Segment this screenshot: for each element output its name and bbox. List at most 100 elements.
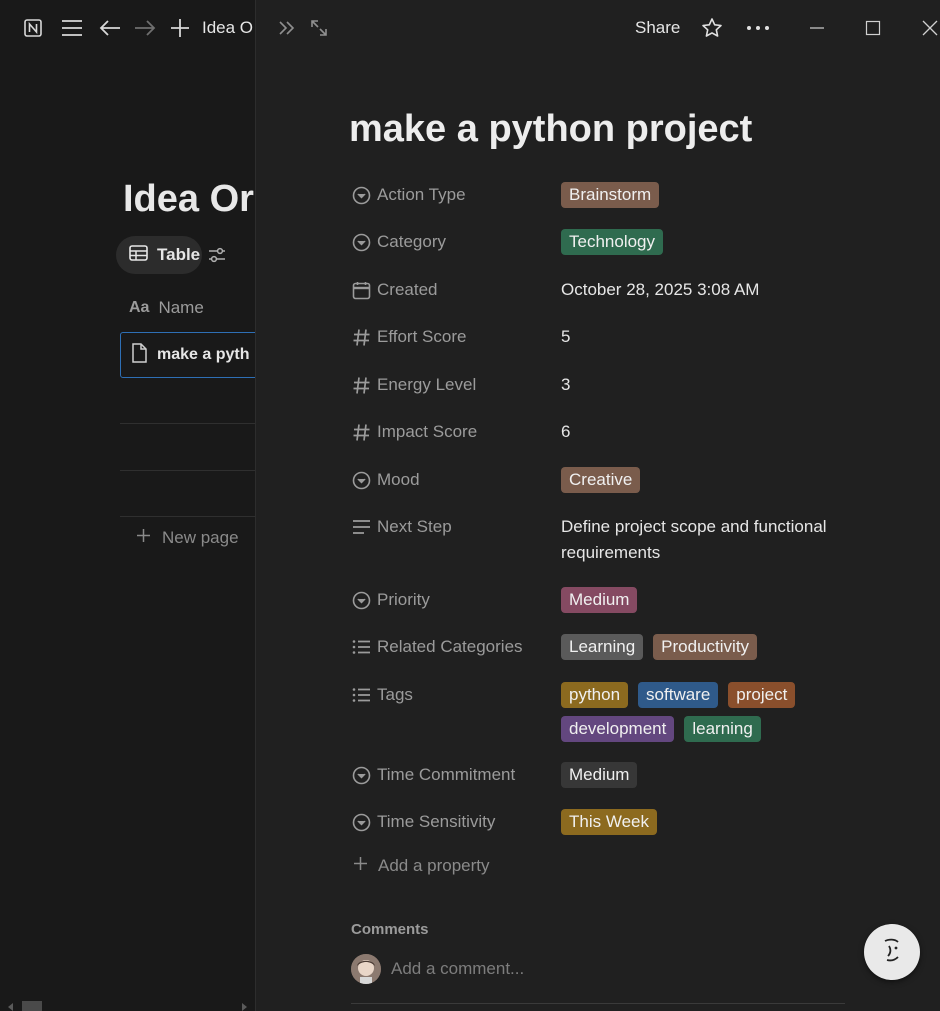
property-label: Category: [377, 232, 446, 251]
property-value-tags[interactable]: This Week: [561, 807, 861, 835]
property-row-category: Category Technology: [351, 227, 911, 257]
number-icon: [351, 422, 371, 442]
property-name[interactable]: Energy Level: [351, 370, 476, 400]
tag: python: [561, 682, 629, 708]
divider: [351, 1003, 845, 1004]
property-name[interactable]: Mood: [351, 465, 420, 495]
avatar: [351, 954, 381, 984]
share-button[interactable]: Share: [635, 18, 680, 38]
property-value[interactable]: October 28, 2025 3:08 AM: [561, 275, 861, 303]
notion-ai-face-icon: [875, 933, 909, 972]
table-view-tab[interactable]: Table: [116, 236, 202, 274]
view-settings-icon[interactable]: [207, 246, 227, 269]
list-icon: [351, 637, 371, 657]
horizontal-scrollbar-thumb[interactable]: [22, 1001, 42, 1011]
close-window-icon[interactable]: [916, 14, 940, 42]
tag: Learning: [561, 634, 644, 660]
breadcrumb-title[interactable]: Idea Or: [202, 18, 254, 38]
property-value[interactable]: Define project scope and functional requ…: [561, 512, 851, 566]
property-row-energy-level: Energy Level 3: [351, 370, 911, 400]
table-row[interactable]: make a pyth: [120, 332, 255, 378]
property-value-tags[interactable]: Technology: [561, 227, 861, 255]
expand-full-page-icon[interactable]: [305, 14, 333, 42]
tag: Creative: [561, 467, 641, 493]
comment-input[interactable]: Add a comment...: [391, 959, 524, 979]
database-title[interactable]: Idea Or: [123, 178, 254, 221]
forward-arrow-icon[interactable]: [131, 14, 159, 42]
property-value[interactable]: 3: [561, 370, 861, 398]
page-title[interactable]: make a python project: [349, 108, 752, 151]
property-name[interactable]: Action Type: [351, 180, 466, 210]
side-peek-panel: Share make a python project Action Type B…: [255, 0, 940, 1011]
property-row-impact-score: Impact Score 6: [351, 417, 911, 447]
more-options-icon[interactable]: [744, 14, 772, 42]
property-row-action-type: Action Type Brainstorm: [351, 180, 911, 210]
view-tab-label: Table: [157, 245, 201, 264]
property-label: Related Categories: [377, 637, 523, 656]
minimize-window-icon[interactable]: [803, 14, 831, 42]
tag: Productivity: [653, 634, 758, 660]
select-icon: [351, 232, 371, 252]
property-label: Effort Score: [377, 327, 467, 346]
property-row-time-sensitivity: Time Sensitivity This Week: [351, 807, 911, 837]
property-value-tags[interactable]: Brainstorm: [561, 180, 861, 208]
help-assistant-button[interactable]: [864, 924, 920, 980]
property-label: Created: [377, 280, 438, 299]
tag: Medium: [561, 762, 638, 788]
name-column-header[interactable]: Aa Name: [129, 298, 204, 318]
property-name[interactable]: Related Categories: [351, 632, 523, 662]
notion-logo-icon[interactable]: [19, 14, 47, 42]
property-label: Impact Score: [377, 422, 478, 441]
property-value[interactable]: 6: [561, 417, 861, 445]
menu-icon[interactable]: [58, 14, 86, 42]
select-icon: [351, 470, 371, 490]
row-title: make a pyth: [157, 346, 250, 363]
property-label: Time Commitment: [377, 765, 516, 784]
select-icon: [351, 590, 371, 610]
property-name[interactable]: Created: [351, 275, 437, 305]
tag: This Week: [561, 809, 657, 835]
row-divider: [120, 516, 255, 517]
back-arrow-icon[interactable]: [96, 14, 124, 42]
property-name[interactable]: Priority: [351, 585, 430, 615]
tag: Brainstorm: [561, 182, 660, 208]
property-name[interactable]: Time Sensitivity: [351, 807, 495, 837]
list-icon: [351, 685, 371, 705]
tag: software: [638, 682, 719, 708]
row-divider: [120, 423, 255, 424]
property-name[interactable]: Effort Score: [351, 322, 466, 352]
add-property-label: Add a property: [378, 856, 490, 875]
close-peek-double-chevron-icon[interactable]: [273, 14, 301, 42]
scroll-left-arrow-icon[interactable]: [8, 1003, 13, 1011]
property-name[interactable]: Impact Score: [351, 417, 477, 447]
property-name[interactable]: Category: [351, 227, 446, 257]
property-value-tags[interactable]: Medium: [561, 760, 861, 788]
scroll-right-arrow-icon[interactable]: [242, 1003, 247, 1011]
property-label: Energy Level: [377, 375, 477, 394]
property-name[interactable]: Tags: [351, 680, 413, 710]
new-page-button[interactable]: New page: [136, 528, 239, 548]
maximize-window-icon[interactable]: [859, 14, 887, 42]
property-value-tags[interactable]: python software project development learning: [561, 680, 821, 742]
plus-icon: [353, 856, 368, 876]
row-divider: [120, 470, 255, 471]
property-value-tags[interactable]: Creative: [561, 465, 861, 493]
property-value[interactable]: 5: [561, 322, 861, 350]
column-header-label: Name: [158, 298, 204, 317]
property-row-time-commitment: Time Commitment Medium: [351, 760, 911, 790]
new-tab-plus-icon[interactable]: [166, 14, 194, 42]
property-name[interactable]: Next Step: [351, 512, 452, 542]
property-name[interactable]: Time Commitment: [351, 760, 515, 790]
favorite-star-icon[interactable]: [698, 14, 726, 42]
tag: Technology: [561, 229, 664, 255]
property-row-priority: Priority Medium: [351, 585, 911, 615]
comment-composer: Add a comment...: [351, 954, 524, 984]
property-value-tags[interactable]: Learning Productivity: [561, 632, 861, 660]
add-property-button[interactable]: Add a property: [353, 856, 490, 876]
tag: project: [728, 682, 796, 708]
property-value-tags[interactable]: Medium: [561, 585, 861, 613]
tag: learning: [684, 716, 761, 742]
table-icon: [129, 244, 148, 266]
select-icon: [351, 765, 371, 785]
property-label: Action Type: [377, 185, 466, 204]
